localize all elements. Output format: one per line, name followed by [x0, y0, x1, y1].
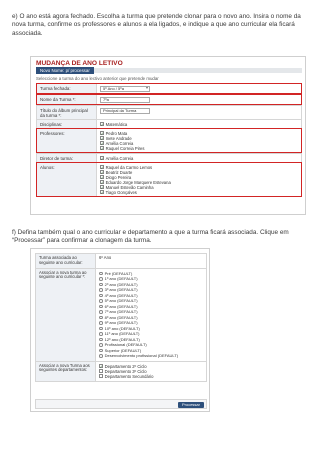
radio-circle-icon[interactable] [99, 321, 103, 325]
turma-fechada-label: Turma fechada: [37, 84, 97, 93]
row-departamentos: Associar a nova Turma aos seguintes depa… [35, 360, 207, 382]
curricular-form-table: Turma associada ao seguinte ano curricul… [35, 253, 207, 382]
checkbox-label: Amélia Correia [105, 155, 134, 161]
checkbox-label: Raquel Correia Pires [105, 145, 145, 151]
checkbox-disciplina[interactable]: Matemática [100, 122, 298, 127]
radio-label: Desenvolvimento profissional (DEFAULT) [104, 353, 179, 359]
checkbox-label: Departamento Secundário [104, 373, 154, 379]
processar-button[interactable]: Processar [177, 401, 204, 408]
radio-circle-icon[interactable] [99, 315, 103, 320]
row-ano-curricular: Associar a nova turma ao seguinte ano cu… [35, 267, 207, 361]
checkbox-icon[interactable] [100, 175, 104, 179]
radio-circle-icon[interactable] [99, 293, 103, 298]
departamentos-label: Associar a nova Turma aos seguintes depa… [36, 361, 96, 381]
form-footer: Processar [35, 399, 207, 409]
radio-list: Pré (DEFAULT) 1º ano (DEFAULT) 2º ano (DEF… [96, 269, 206, 361]
nome-turma-input[interactable]: 7ºa [100, 96, 150, 103]
ano-associado-label: Turma associada ao seguinte ano curricul… [36, 254, 96, 268]
radio-circle-icon[interactable] [99, 343, 103, 347]
row-titulo-album: Título do álbum principal da turma *: Pr… [36, 105, 302, 119]
page-title: MUDANÇA DE ANO LETIVO [36, 60, 123, 67]
radio-circle-icon[interactable] [99, 288, 103, 292]
checkbox-diretor[interactable]: Amélia Correia [100, 156, 298, 161]
checkbox-icon[interactable] [100, 156, 104, 160]
row-disciplinas: Disciplinas: Matemática [36, 119, 302, 128]
checkbox-icon[interactable] [100, 131, 104, 135]
instruction-paragraph-e: e) O ano está agora fechado. Escolha a t… [12, 13, 301, 37]
diretor-turma-label: Diretor de turma: [37, 154, 97, 162]
row-professores: Professores: Pedro Mata Inete Andrade Am… [36, 128, 302, 153]
ano-associado-value: 6º Ano [99, 255, 112, 260]
checkbox-icon[interactable] [100, 180, 104, 184]
checkbox-professor[interactable]: Raquel Correia Pires [100, 146, 298, 151]
checkbox-label: Tiago Gonçalves [105, 189, 137, 195]
clone-form-table: Turma fechada: 5º Ano / 5ºa Nome da Turm… [36, 83, 302, 197]
checkbox-aluno[interactable]: Tiago Gonçalves [100, 190, 298, 195]
radio-circle-icon[interactable] [99, 354, 103, 358]
radio-circle-icon[interactable] [99, 304, 103, 309]
checkbox-icon[interactable] [100, 136, 104, 140]
checkbox-departamento[interactable]: Departamento Secundário [99, 374, 203, 379]
radio-circle-icon[interactable] [99, 299, 103, 303]
checkbox-icon[interactable] [99, 364, 103, 368]
checkbox-label: Matemática [105, 121, 128, 127]
titulo-album-label: Título do álbum principal da turma *: [37, 106, 97, 119]
radio-circle-icon[interactable] [99, 310, 103, 314]
screenshot-curricular-year-form: Turma associada ao seguinte ano curricul… [30, 248, 210, 412]
tab-novo-nome[interactable]: Novo Nome: p/ processar [36, 67, 94, 74]
ano-curricular-label: Associar a nova turma ao seguinte ano cu… [36, 268, 96, 361]
radio-circle-icon[interactable] [99, 271, 103, 276]
titulo-album-input[interactable]: Principal da Turma [100, 107, 150, 114]
checkbox-icon[interactable] [100, 122, 104, 126]
checkbox-icon[interactable] [99, 369, 103, 373]
checkbox-icon[interactable] [100, 190, 104, 194]
screenshot-clone-class-form: MUDANÇA DE ANO LETIVO Novo Nome: p/ proc… [30, 56, 306, 215]
checkbox-icon[interactable] [100, 185, 104, 189]
checkbox-icon[interactable] [100, 141, 104, 145]
checkbox-icon[interactable] [100, 146, 104, 150]
radio-circle-icon[interactable] [99, 348, 103, 353]
turma-fechada-select[interactable]: 5º Ano / 5ºa [100, 85, 150, 92]
alunos-label: Alunos: [37, 163, 97, 196]
form-instruction: Seleccione a turma do ano lectivo anteri… [36, 76, 159, 81]
radio-circle-icon[interactable] [99, 332, 103, 336]
checkbox-icon[interactable] [100, 170, 104, 174]
row-ano-associado: Turma associada ao seguinte ano curricul… [35, 253, 207, 268]
checkbox-icon[interactable] [100, 165, 104, 169]
radio-circle-icon[interactable] [99, 337, 103, 342]
professores-label: Professores: [37, 129, 97, 152]
radio-circle-icon[interactable] [99, 326, 103, 331]
instruction-paragraph-f: f) Defina também qual o ano curricular e… [12, 229, 289, 245]
row-nome-turma: Nome da Turma *: 7ºa [36, 94, 302, 105]
radio-circle-icon[interactable] [99, 282, 103, 287]
row-alunos: Alunos: Raquel da Carmo Lemos Beatriz Du… [36, 162, 302, 197]
disciplinas-label: Disciplinas: [37, 120, 97, 128]
row-turma-fechada: Turma fechada: 5º Ano / 5ºa [36, 83, 302, 94]
nome-turma-label: Nome da Turma *: [37, 95, 97, 104]
radio-circle-icon[interactable] [99, 277, 103, 281]
checkbox-icon[interactable] [99, 374, 103, 378]
row-diretor-turma: Diretor de turma: Amélia Correia [36, 153, 302, 162]
radio-ano-curricular[interactable]: Desenvolvimento profissional (DEFAULT) [99, 353, 203, 359]
